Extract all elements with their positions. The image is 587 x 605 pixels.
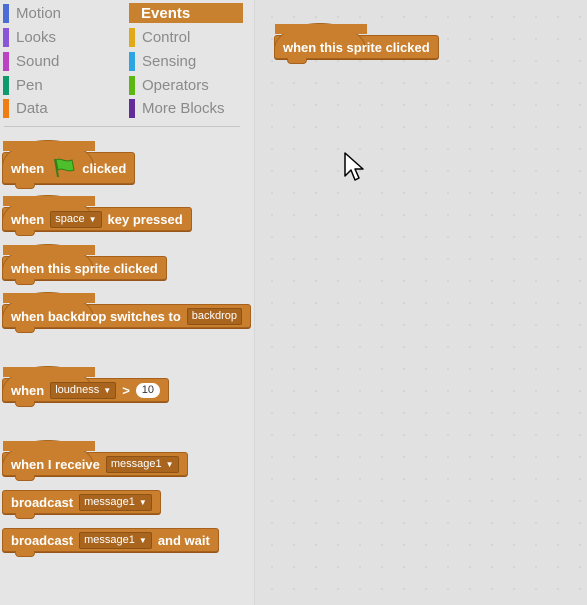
category-color-swatch xyxy=(3,75,9,95)
block-text: key pressed xyxy=(107,211,183,227)
dropdown-value: backdrop xyxy=(191,310,238,322)
broadcast-block[interactable]: broadcast message1 ▼ xyxy=(2,490,161,519)
category-label: Looks xyxy=(16,28,57,46)
category-pen[interactable]: Pen xyxy=(3,75,123,95)
palette-divider xyxy=(4,126,240,127)
category-label: More Blocks xyxy=(142,99,225,117)
block-palette: Motion Looks Sound Pen Data Events Contr… xyxy=(0,0,255,605)
block-text: when xyxy=(11,211,45,227)
block-notch xyxy=(15,327,35,333)
category-color-swatch xyxy=(129,27,135,47)
category-color-swatch xyxy=(129,98,135,118)
when-sensor-greater-block[interactable]: when loudness ▼ > 10 xyxy=(2,366,170,407)
category-color-swatch xyxy=(3,3,9,23)
dropdown-arrow-icon: ▼ xyxy=(103,385,112,395)
when-sprite-clicked-block[interactable]: when this sprite clicked xyxy=(2,244,167,285)
category-control[interactable]: Control xyxy=(129,27,243,47)
block-text: when backdrop switches to xyxy=(11,308,181,324)
category-label: Sensing xyxy=(142,52,197,70)
category-label: Data xyxy=(16,99,48,117)
category-looks[interactable]: Looks xyxy=(3,27,123,47)
category-color-swatch xyxy=(3,51,9,71)
category-label: Sound xyxy=(16,52,60,70)
block-notch xyxy=(15,230,35,236)
message-dropdown[interactable]: message1 ▼ xyxy=(79,493,152,511)
sensor-dropdown[interactable]: loudness ▼ xyxy=(50,381,117,399)
category-color-swatch xyxy=(129,75,135,95)
block-text: when xyxy=(11,160,45,176)
category-sound[interactable]: Sound xyxy=(3,51,123,71)
category-events[interactable]: Events xyxy=(129,3,243,23)
block-text: broadcast xyxy=(11,494,74,510)
when-backdrop-switches-block[interactable]: when backdrop switches to backdrop xyxy=(2,292,252,333)
operator-text: > xyxy=(122,382,130,398)
dropdown-value: space xyxy=(55,213,85,225)
when-key-pressed-block[interactable]: when space ▼ key pressed xyxy=(2,195,192,236)
block-notch xyxy=(287,58,307,64)
category-motion[interactable]: Motion xyxy=(3,3,123,23)
category-more-blocks[interactable]: More Blocks xyxy=(129,98,243,118)
category-label: Motion xyxy=(16,4,62,22)
category-label: Control xyxy=(142,28,191,46)
category-operators[interactable]: Operators xyxy=(129,75,243,95)
category-color-swatch xyxy=(129,51,135,71)
block-notch xyxy=(15,551,35,557)
category-data[interactable]: Data xyxy=(3,98,123,118)
message-dropdown[interactable]: message1 ▼ xyxy=(79,531,152,549)
block-notch xyxy=(15,279,35,285)
category-color-swatch xyxy=(3,98,9,118)
script-when-sprite-clicked-block[interactable]: when this sprite clicked xyxy=(274,23,439,64)
message-dropdown[interactable]: message1 ▼ xyxy=(105,455,179,473)
scripts-area[interactable]: when this sprite clicked xyxy=(255,0,587,605)
block-text: clicked xyxy=(82,160,127,176)
when-flag-clicked-block[interactable]: when clicked xyxy=(2,140,136,189)
category-label: Events xyxy=(141,4,191,22)
block-notch xyxy=(15,513,35,519)
threshold-input[interactable]: 10 xyxy=(135,382,161,398)
block-text: when xyxy=(11,382,45,398)
category-label: Operators xyxy=(142,76,209,94)
dropdown-arrow-icon: ▼ xyxy=(138,535,147,545)
block-notch xyxy=(15,401,35,407)
block-notch xyxy=(15,475,35,481)
dropdown-value: loudness xyxy=(55,384,100,396)
block-text: when this sprite clicked xyxy=(11,260,158,276)
backdrop-dropdown[interactable]: backdrop xyxy=(186,307,243,325)
dropdown-value: message1 xyxy=(84,496,135,508)
dropdown-value: message1 xyxy=(84,534,135,546)
category-color-swatch xyxy=(3,27,9,47)
dropdown-arrow-icon: ▼ xyxy=(165,459,174,469)
when-i-receive-block[interactable]: when I receive message1 ▼ xyxy=(2,440,188,481)
block-text: broadcast xyxy=(11,532,74,548)
dropdown-arrow-icon: ▼ xyxy=(138,497,147,507)
block-notch xyxy=(15,183,35,189)
key-dropdown[interactable]: space ▼ xyxy=(50,210,102,228)
green-flag-icon xyxy=(54,158,75,177)
category-sensing[interactable]: Sensing xyxy=(129,51,243,71)
block-text: and wait xyxy=(157,532,210,548)
category-label: Pen xyxy=(16,76,43,94)
dropdown-arrow-icon: ▼ xyxy=(88,214,97,224)
mouse-cursor-icon xyxy=(344,152,364,181)
dropdown-value: message1 xyxy=(110,458,162,470)
broadcast-and-wait-block[interactable]: broadcast message1 ▼ and wait xyxy=(2,528,219,557)
block-text: when this sprite clicked xyxy=(283,39,430,55)
block-text: when I receive xyxy=(11,456,100,472)
